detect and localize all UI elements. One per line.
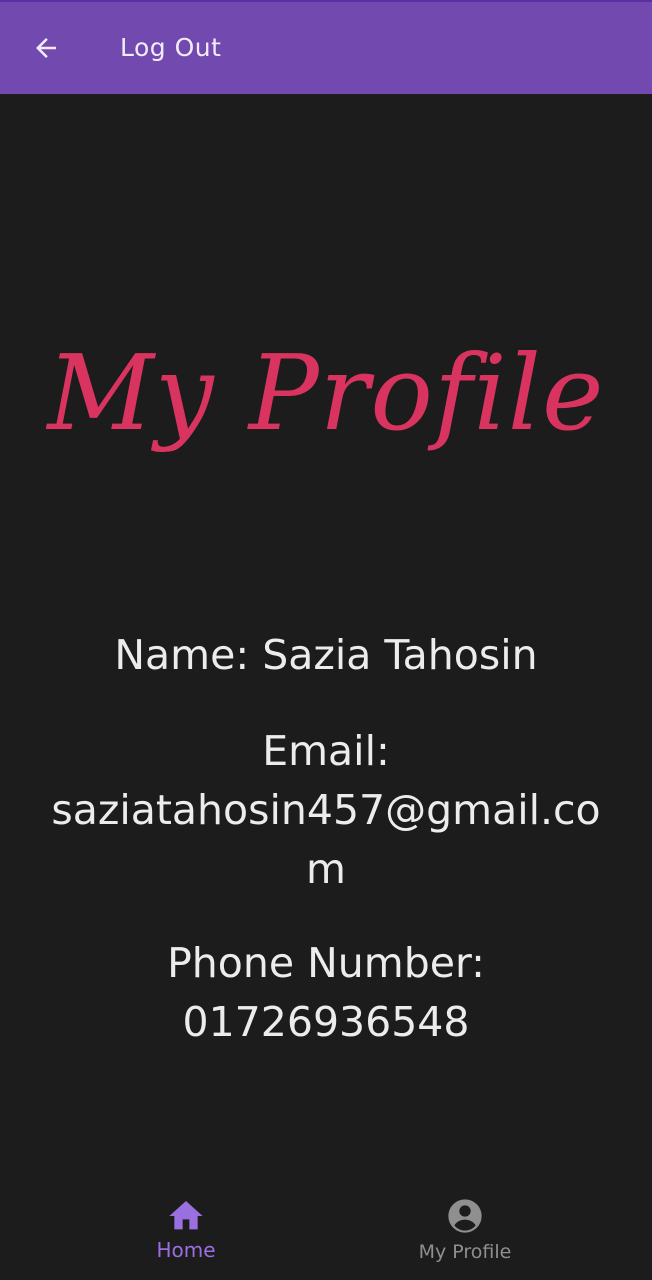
- nav-item-home[interactable]: Home: [106, 1176, 266, 1280]
- arrow-left-icon: [36, 38, 56, 58]
- logout-title[interactable]: Log Out: [120, 30, 221, 66]
- bottom-navigation: Home My Profile: [0, 1176, 652, 1280]
- nav-item-my-profile[interactable]: My Profile: [385, 1176, 545, 1280]
- account-circle-icon: [448, 1199, 482, 1233]
- app-bar: Log Out: [0, 0, 652, 94]
- name-text: Name: Sazia Tahosin: [114, 631, 538, 679]
- phone-value: 01726936548: [182, 998, 470, 1046]
- nav-label-my-profile: My Profile: [418, 1241, 512, 1263]
- page-title: My Profile: [47, 332, 605, 454]
- email-value: saziatahosin457@gmail.com: [51, 786, 601, 893]
- phone-block: Phone Number: 01726936548: [40, 934, 612, 1052]
- home-icon: [169, 1201, 203, 1230]
- email-block: Email: saziatahosin457@gmail.com: [40, 722, 612, 899]
- email-label: Email:: [262, 727, 390, 775]
- phone-label: Phone Number:: [167, 939, 485, 987]
- back-button[interactable]: [22, 26, 70, 70]
- nav-label-home: Home: [156, 1238, 216, 1262]
